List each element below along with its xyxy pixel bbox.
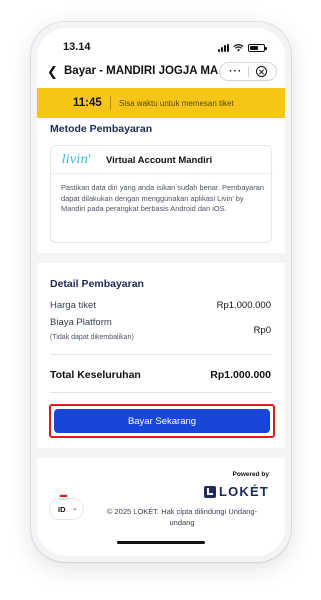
total-divider: [50, 354, 272, 355]
button-divider: [50, 392, 272, 393]
status-icons: [218, 43, 267, 52]
language-code: ID: [58, 505, 66, 514]
payment-method-heading: Metode Pembayaran: [50, 123, 153, 135]
status-time: 13.14: [63, 41, 91, 53]
platform-fee-value: Rp0: [253, 325, 271, 336]
phone-frame: 13.14 ❮ Bayar - MANDIRI JOGJA MA... ···: [31, 22, 291, 562]
back-chevron-icon[interactable]: ❮: [47, 64, 58, 80]
total-label: Total Keseluruhan: [50, 369, 141, 381]
pay-button-highlight: Bayar Sekarang: [49, 404, 275, 438]
pay-now-button[interactable]: Bayar Sekarang: [54, 409, 270, 433]
payment-method-card[interactable]: livin' Virtual Account Mandiri Pastikan …: [50, 145, 273, 243]
loket-logo: LOKÉT: [203, 484, 269, 499]
livin-logo: livin': [62, 152, 92, 166]
language-selector[interactable]: ID ⌄: [49, 494, 84, 520]
close-icon[interactable]: [255, 66, 267, 77]
platform-fee-label: Biaya Platform: [50, 317, 112, 328]
mini-app-controls: ···: [219, 62, 277, 81]
signal-icon: [218, 43, 229, 52]
ticket-price-label: Harga tiket: [50, 300, 96, 311]
status-bar: 13.14: [37, 28, 285, 58]
page-title: Bayar - MANDIRI JOGJA MA...: [64, 65, 222, 77]
pill-divider: [248, 66, 250, 77]
platform-fee-note: (Tidak dapat dikembalikan): [50, 334, 134, 341]
ticket-price-value: Rp1.000.000: [216, 300, 271, 311]
copyright-text: © 2025 LOKÉT. Hak cipta dilindungi Undan…: [106, 507, 258, 527]
total-value: Rp1.000.000: [210, 369, 271, 381]
countdown-banner: 11:45 Sisa waktu untuk memesan tiket: [37, 88, 285, 118]
navigation-bar: ❮ Bayar - MANDIRI JOGJA MA... ···: [37, 61, 285, 83]
countdown-time: 11:45: [73, 97, 102, 109]
countdown-text: Sisa waktu untuk memesan tiket: [119, 99, 234, 108]
section-spacer: [37, 253, 285, 263]
home-indicator[interactable]: [117, 541, 205, 544]
indonesia-flag-icon: [59, 494, 68, 500]
payment-method-name: Virtual Account Mandiri: [106, 155, 213, 166]
footer-spacer: [37, 448, 285, 458]
loket-wordmark: LOKÉT: [218, 484, 269, 499]
powered-by-label: Powered by: [232, 471, 269, 478]
payment-method-description: Pastikan data diri yang anda isikan suda…: [61, 183, 264, 214]
battery-icon: [248, 43, 267, 52]
loket-mark-icon: [203, 485, 216, 498]
checkout-content: Metode Pembayaran livin' Virtual Account…: [37, 118, 285, 556]
payment-method-header: livin' Virtual Account Mandiri: [51, 146, 273, 174]
wifi-icon: [233, 44, 244, 52]
countdown-separator: [110, 96, 111, 110]
more-options-icon[interactable]: ···: [229, 66, 242, 77]
payment-detail-heading: Detail Pembayaran: [50, 278, 144, 290]
chevron-down-icon: ⌄: [72, 505, 78, 512]
app-screen: 13.14 ❮ Bayar - MANDIRI JOGJA MA... ···: [37, 28, 285, 556]
